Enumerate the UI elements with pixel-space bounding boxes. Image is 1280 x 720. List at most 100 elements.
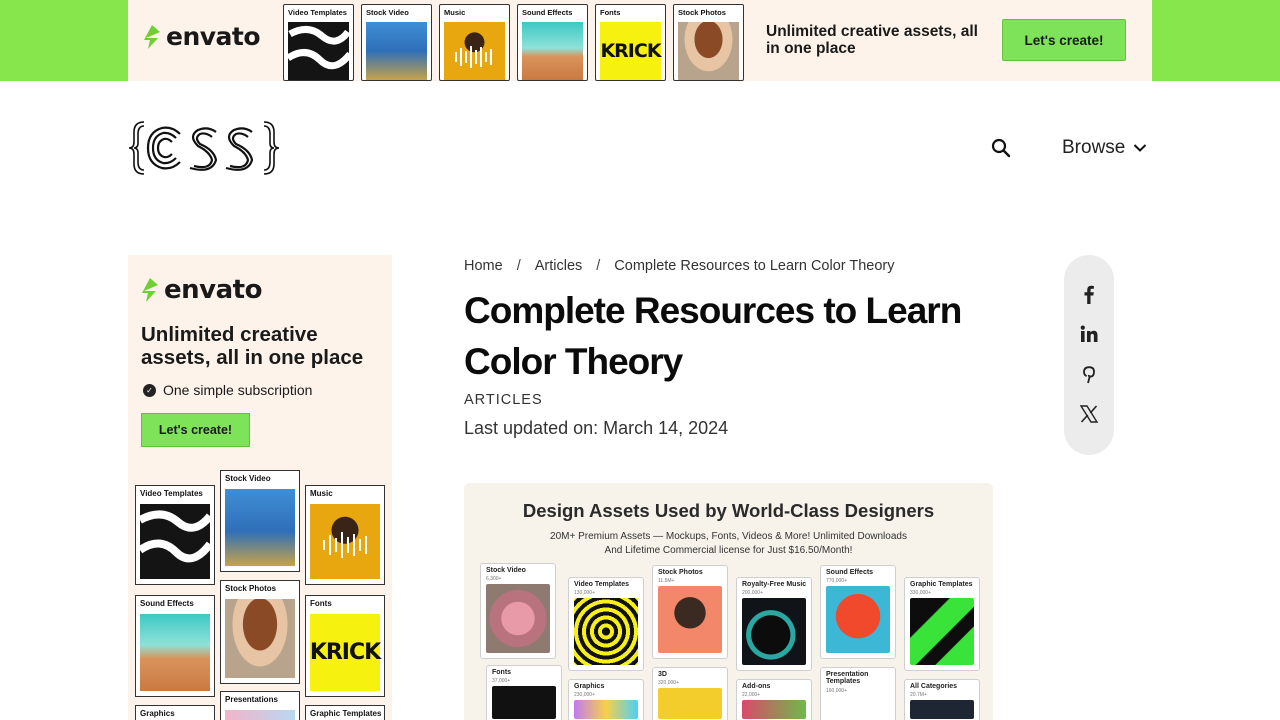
side-ad-tagline: Unlimited creative assets, all in one pl… xyxy=(141,323,364,369)
tile-fonts[interactable]: Fonts KRICK xyxy=(595,4,666,81)
tile-count: 22,000+ xyxy=(742,692,761,698)
tile-image xyxy=(486,584,550,653)
share-facebook-button[interactable] xyxy=(1078,283,1100,305)
tile-label: Graphic Templates xyxy=(910,581,973,588)
tile-image xyxy=(742,598,806,665)
tile-label: Fonts xyxy=(310,599,332,608)
font-sample-text: KRICK xyxy=(309,640,381,665)
tile-music[interactable]: Music xyxy=(439,4,510,81)
share-linkedin-button[interactable] xyxy=(1078,323,1100,345)
tile-label: Presentation Templates xyxy=(826,671,869,685)
linkedin-icon xyxy=(1080,325,1098,342)
tile-stock-photos[interactable]: Stock Photos xyxy=(673,4,744,81)
tile-count: 770,000+ xyxy=(826,578,847,584)
article-category-link[interactable]: ARTICLES xyxy=(464,392,543,408)
envato-logo: envato xyxy=(140,275,262,305)
tile-label: Stock Video xyxy=(366,8,409,17)
tile-stock-video[interactable]: Stock Video xyxy=(361,4,432,81)
envato-leaf-icon xyxy=(142,278,158,302)
tile-sound-effects[interactable]: Sound Effects xyxy=(517,4,588,81)
share-x-button[interactable] xyxy=(1078,403,1100,425)
breadcrumb-separator: / xyxy=(516,258,521,274)
tile-count: 160,000+ xyxy=(826,688,847,694)
tile-label: Video Templates xyxy=(140,489,203,498)
tile-image xyxy=(225,710,295,720)
tile-label: Stock Video xyxy=(486,567,526,574)
tile-count: 37,000+ xyxy=(492,678,511,684)
tile-count: 230,000+ xyxy=(574,692,595,698)
tile-count: 11.5M+ xyxy=(658,578,675,584)
tile-count: 20.7M+ xyxy=(910,692,927,698)
tile-count: 330,000+ xyxy=(910,590,931,596)
subline-text: One simple subscription xyxy=(163,382,313,398)
feature-tile-all-categories: All Categories 20.7M+ xyxy=(904,679,980,720)
check-badge-icon: ✓ xyxy=(143,383,156,397)
tile-image xyxy=(225,599,295,678)
envato-wordmark: envato xyxy=(164,275,262,305)
tile-label: Graphics xyxy=(574,683,605,690)
side-ad-cta-button[interactable]: Let's create! xyxy=(141,413,250,447)
share-bar xyxy=(1064,255,1114,455)
tile-image: KRICK xyxy=(600,22,662,80)
side-tile-video-templates[interactable]: Video Templates xyxy=(135,485,215,585)
side-tile-graphics[interactable]: Graphics xyxy=(135,705,215,720)
breadcrumb-separator: / xyxy=(596,258,601,274)
breadcrumb-home-link[interactable]: Home xyxy=(464,258,503,274)
side-tile-sound-effects[interactable]: Sound Effects xyxy=(135,595,215,697)
feature-image-ad[interactable]: Design Assets Used by World-Class Design… xyxy=(464,483,993,720)
feature-tile-3d: 3D 320,000+ xyxy=(652,667,728,720)
facebook-icon xyxy=(1084,285,1094,304)
tile-label: 3D xyxy=(658,671,667,678)
tile-video-templates[interactable]: Video Templates xyxy=(283,4,354,81)
article-updated-date: Last updated on: March 14, 2024 xyxy=(464,418,729,438)
pinterest-icon xyxy=(1083,366,1095,384)
side-tile-stock-video[interactable]: Stock Video xyxy=(220,470,300,572)
side-tile-stock-photos[interactable]: Stock Photos xyxy=(220,580,300,684)
tile-image xyxy=(826,586,890,653)
side-ad-subline: ✓ One simple subscription xyxy=(143,382,312,398)
side-tile-graphic-templates[interactable]: Graphic Templates xyxy=(305,705,385,720)
tile-count: 320,000+ xyxy=(658,680,679,686)
tile-image xyxy=(522,22,583,80)
breadcrumb-articles-link[interactable]: Articles xyxy=(535,258,583,274)
side-tile-fonts[interactable]: Fonts KRICK xyxy=(305,595,385,697)
font-sample-text: KRICK xyxy=(600,40,661,62)
tile-label: Royalty-Free Music xyxy=(742,581,807,588)
tile-image xyxy=(678,22,739,80)
tile-label: Sound Effects xyxy=(522,8,573,17)
side-tile-presentations[interactable]: Presentations xyxy=(220,691,300,720)
top-ad-cta-button[interactable]: Let's create! xyxy=(1002,19,1126,61)
tile-count: 6,300+ xyxy=(486,576,502,582)
tile-image xyxy=(574,700,638,719)
feature-tile-graphic-templates: Graphic Templates 330,000+ xyxy=(904,577,980,671)
breadcrumb: Home / Articles / Complete Resources to … xyxy=(464,258,895,274)
tile-label: Video Templates xyxy=(574,581,629,588)
tile-count: 130,000+ xyxy=(574,590,595,596)
tile-image xyxy=(366,22,427,80)
chevron-down-icon xyxy=(1134,144,1147,152)
tile-label: Add-ons xyxy=(742,683,771,690)
tile-label: Music xyxy=(310,489,333,498)
article-title: Complete Resources to Learn Color Theory xyxy=(464,290,962,382)
browse-menu-button[interactable]: Browse xyxy=(1062,137,1147,159)
search-button[interactable] xyxy=(990,137,1012,159)
css-site-logo[interactable] xyxy=(128,118,280,178)
share-pinterest-button[interactable] xyxy=(1078,363,1100,385)
envato-wordmark: envato xyxy=(166,22,261,51)
side-ad-banner[interactable]: envato Unlimited creative assets, all in… xyxy=(128,255,392,720)
tile-image: KRICK xyxy=(309,614,381,691)
top-ad-content[interactable]: envato Video Templates Stock Video Music xyxy=(128,0,1152,81)
feature-tile-stock-photos: Stock Photos 11.5M+ xyxy=(652,565,728,659)
tile-label: Sound Effects xyxy=(826,569,874,576)
side-tile-music[interactable]: Music xyxy=(305,485,385,585)
feature-tile-royalty-free-music: Royalty-Free Music 200,000+ xyxy=(736,577,812,671)
tile-label: Video Templates xyxy=(288,8,347,17)
tile-image xyxy=(574,598,638,665)
feature-subtitle: 20M+ Premium Assets — Mockups, Fonts, Vi… xyxy=(464,530,993,558)
feature-title: Design Assets Used by World-Class Design… xyxy=(522,500,935,521)
tile-label: Stock Video xyxy=(225,474,271,483)
tile-label: Fonts xyxy=(492,669,512,676)
tile-image xyxy=(910,598,974,665)
top-ad-banner[interactable]: envato Video Templates Stock Video Music xyxy=(0,0,1280,81)
envato-leaf-icon xyxy=(144,24,160,49)
